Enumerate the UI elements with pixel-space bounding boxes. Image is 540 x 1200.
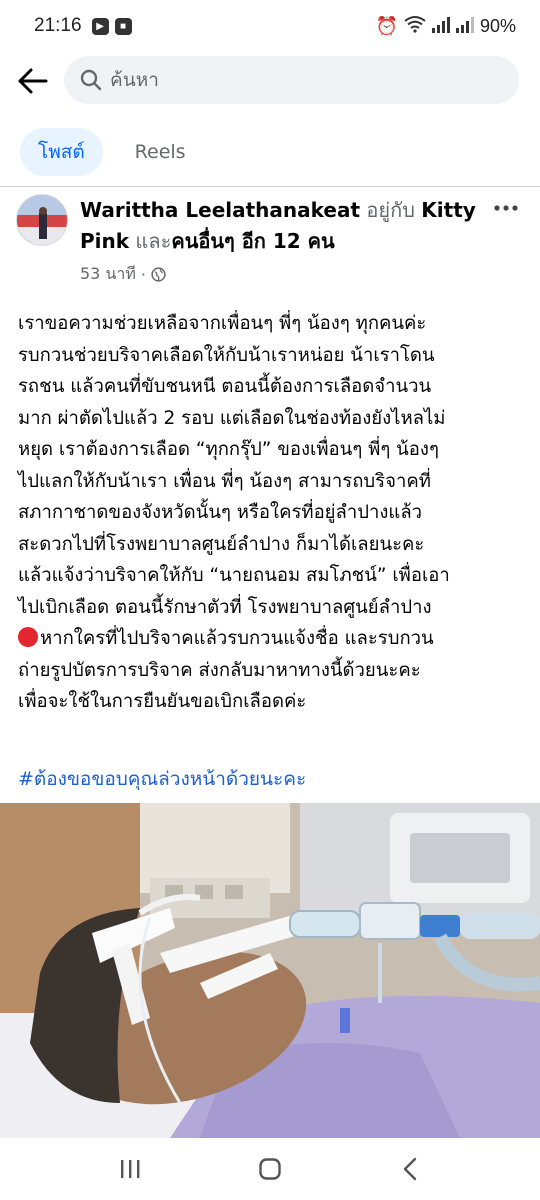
post-meta: 53 นาที ·	[80, 262, 166, 287]
home-button[interactable]	[250, 1149, 290, 1189]
author-name[interactable]: Warittha Leelathanakeat	[80, 198, 360, 222]
post-line: สะดวกไปที่โรงพยาบาลศูนย์ลำปาง ก็มาได้เลย…	[18, 533, 425, 555]
post-photo[interactable]	[0, 803, 540, 1138]
play-icon: ▶	[91, 17, 109, 35]
signal-icon-1	[431, 16, 450, 36]
post-line: ถ่ายรูปบัตรการบริจาค ส่งกลับมาหาทางนี้ด้…	[18, 659, 421, 681]
post-line: สภากาชาดของจังหวัดนั้นๆ หรือใครที่อยู่ลำ…	[18, 502, 423, 523]
app-icon: ■	[114, 17, 132, 35]
battery-percent: 90%	[479, 15, 516, 36]
avatar[interactable]	[16, 194, 68, 246]
back-chevron-icon	[403, 1157, 417, 1181]
wifi-icon	[404, 15, 426, 38]
post-line: ไปเบิกเลือด ตอนนี้รักษาตัวที่ โรงพยาบาลศ…	[18, 596, 432, 618]
status-time: 21:16	[34, 15, 82, 36]
and-word: และ	[135, 229, 172, 253]
tab-posts[interactable]: โพสต์	[20, 128, 103, 176]
search-icon	[80, 69, 102, 91]
post-author-line: Warittha Leelathanakeat อยู่กับ Kitty Pi…	[80, 195, 480, 257]
post-line: มาก ผ่าตัดไปแล้ว 2 รอบ แต่เลือดในช่องท้อ…	[18, 407, 446, 429]
status-right: ⏰ 90%	[376, 15, 516, 38]
tab-reels[interactable]: Reels	[117, 128, 204, 176]
search-input[interactable]	[110, 69, 470, 91]
globe-icon	[151, 267, 166, 282]
divider	[0, 186, 540, 187]
others-link[interactable]: คนอื่นๆ อีก 12 คน	[171, 229, 334, 253]
recent-apps-icon	[121, 1160, 140, 1178]
search-header	[0, 56, 540, 106]
more-options-button[interactable]	[490, 194, 522, 214]
filter-tabs: โพสต์ Reels	[20, 128, 204, 176]
home-icon	[259, 1158, 281, 1180]
back-arrow-icon	[18, 68, 48, 94]
meta-separator: ·	[140, 265, 147, 284]
red-circle-icon	[18, 627, 38, 647]
post-line: หากใครที่ไปบริจาคแล้วรบกวนแจ้งชื่อ และรบ…	[40, 628, 434, 649]
signal-icon-2	[455, 16, 474, 36]
post-line: รบกวนช่วยบริจาคเลือดให้กับน้าเราหน่อย น้…	[18, 344, 435, 366]
post-line: หยุด เราต้องการเลือด “ทุกกรุ๊ป” ของเพื่อ…	[18, 439, 439, 460]
post-line: ไปแลกให้กับน้าเรา เพื่อน พี่ๆ น้องๆ สามา…	[18, 470, 431, 492]
post-line: แล้วแจ้งว่าบริจาคให้กับ “นายถนอม สมโภชน์…	[18, 565, 450, 586]
status-bar: 21:16 ▶ ■ ⏰ 90%	[0, 0, 540, 52]
with-word: อยู่กับ	[366, 198, 415, 222]
post-text: เราขอความช่วยเหลือจากเพื่อนๆ พี่ๆ น้องๆ …	[18, 308, 528, 718]
post-line: รถชน แล้วคนที่ขับชนหนี ตอนนี้ต้องการเลือ…	[18, 376, 432, 397]
hashtag-link[interactable]: #ต้องขอขอบคุณล่วงหน้าด้วยนะคะ	[18, 764, 306, 794]
avatar-image	[17, 195, 67, 245]
post-line: เพื่อจะใช้ในการยืนยันขอเบิกเลือดค่ะ	[18, 691, 307, 712]
more-icon	[494, 205, 518, 211]
post-line-with-dot: หากใครที่ไปบริจาคแล้วรบกวนแจ้งชื่อ และรบ…	[18, 623, 528, 655]
notification-icons: ▶ ■	[91, 17, 132, 35]
back-nav-button[interactable]	[390, 1149, 430, 1189]
back-button[interactable]	[16, 64, 50, 98]
post-line: เราขอความช่วยเหลือจากเพื่อนๆ พี่ๆ น้องๆ …	[18, 313, 427, 334]
alarm-icon: ⏰	[375, 15, 398, 36]
recent-apps-button[interactable]	[110, 1149, 150, 1189]
hospital-photo	[0, 803, 540, 1138]
system-nav-bar	[0, 1138, 540, 1200]
post-timestamp[interactable]: 53 นาที	[80, 262, 136, 287]
search-bar[interactable]	[64, 56, 519, 104]
